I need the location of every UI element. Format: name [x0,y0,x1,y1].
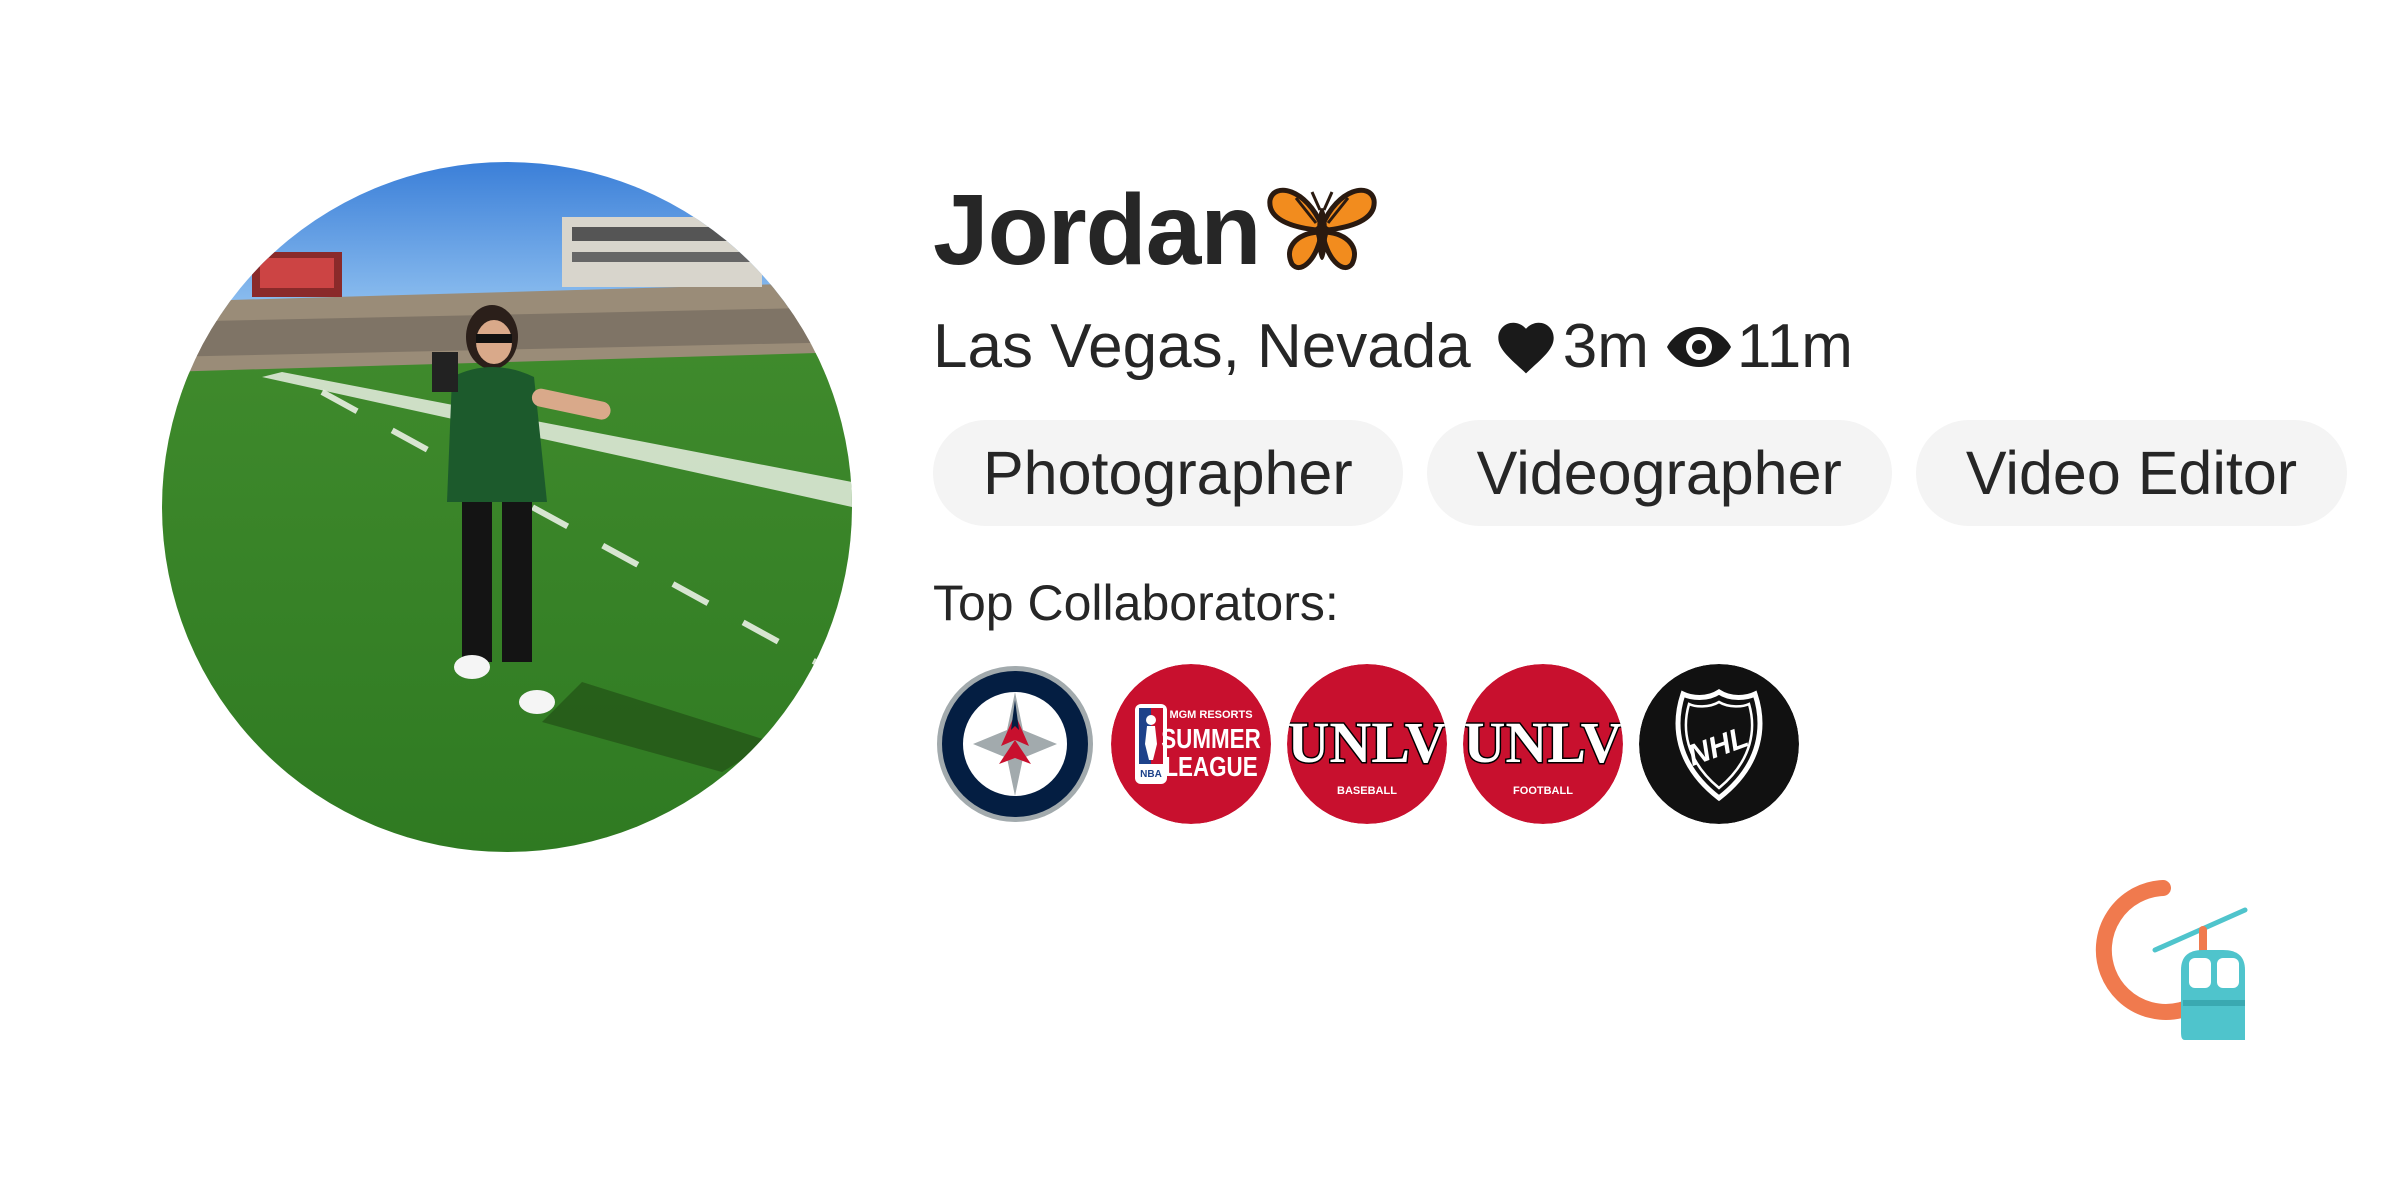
nba-summer-league-logo[interactable]: NBA MGM RESORTS SUMMER LEAGUE [1111,664,1271,824]
views-stat: 11m [1665,316,1853,378]
profile-meta: Las Vegas, Nevada 3m 11m [933,312,2373,382]
league-text: LEAGUE [1164,752,1257,783]
unlv-text: UNLV [1463,710,1622,775]
football-text: FOOTBALL [1513,785,1573,797]
nba-badge-text: NBA [1140,769,1162,780]
top-collaborators-title: Top Collaborators: [933,575,1339,631]
eye-icon [1666,327,1731,367]
location-text: Las Vegas, Nevada [933,312,1471,381]
role-tags: Photographer Videographer Video Editor [933,420,2373,526]
tag-photographer[interactable]: Photographer [933,420,1403,526]
butterfly-icon [1266,178,1378,283]
unlv-football-logo[interactable]: UNLV FOOTBALL [1463,664,1623,824]
unlv-baseball-logo[interactable]: UNLV BASEBALL [1287,664,1447,824]
views-count: 11m [1736,312,1853,381]
heart-icon [1498,322,1554,374]
gondola-logo-icon [2085,880,2265,1050]
winnipeg-jets-logo[interactable] [935,664,1095,824]
mgm-resorts-text: MGM RESORTS [1169,709,1252,721]
profile-card: Jordan Las Vegas, Nevada 3m 11m Photogra… [0,0,2400,1200]
baseball-text: BASEBALL [1337,785,1397,797]
name-row: Jordan [933,170,2373,290]
tag-videographer[interactable]: Videographer [1426,420,1892,526]
likes-stat: 3m [1493,316,1649,378]
stadium-photo [162,162,852,852]
collaborator-logos: NBA MGM RESORTS SUMMER LEAGUE UNLV BASEB… [935,664,2373,824]
tag-video-editor[interactable]: Video Editor [1915,420,2348,526]
nhl-logo[interactable]: NHL [1639,664,1799,824]
summer-text: SUMMER [1161,724,1261,755]
unlv-text: UNLV [1287,710,1446,775]
profile-avatar[interactable] [162,162,852,852]
likes-count: 3m [1562,312,1649,381]
profile-info: Jordan Las Vegas, Nevada 3m 11m Photogra… [933,170,2373,824]
profile-name: Jordan [933,174,1261,286]
